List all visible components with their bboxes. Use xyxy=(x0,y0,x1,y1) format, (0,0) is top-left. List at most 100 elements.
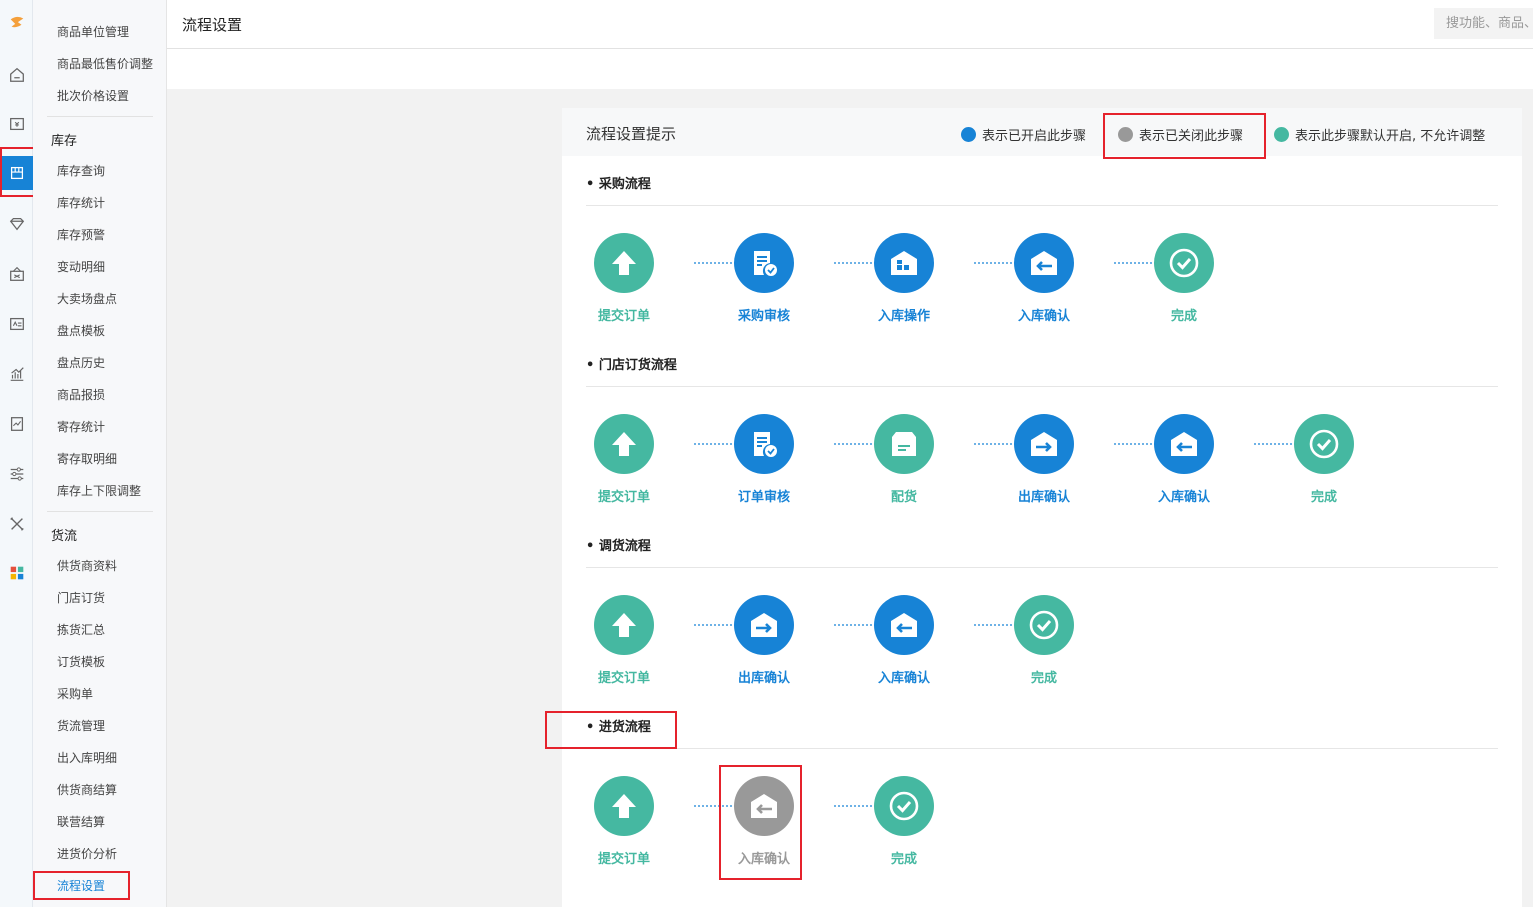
check-icon xyxy=(1294,414,1354,474)
menu-item[interactable]: 供货商结算 xyxy=(57,781,117,798)
menu-item[interactable]: 采购单 xyxy=(57,685,93,702)
upload-icon xyxy=(594,776,654,836)
menu-item[interactable]: 库存统计 xyxy=(57,194,105,211)
section-divider xyxy=(586,386,1498,387)
flow-step-label: 入库确认 xyxy=(1157,490,1210,505)
inbound-icon[interactable] xyxy=(1154,414,1214,474)
flow-step-label: 完成 xyxy=(1310,490,1337,505)
flow-step[interactable]: 出库确认 xyxy=(734,595,794,686)
menu-item[interactable]: 商品报损 xyxy=(57,386,105,403)
inbound-icon[interactable] xyxy=(734,776,794,836)
page-title: 流程设置 xyxy=(182,16,243,34)
outbound-icon[interactable] xyxy=(1014,414,1074,474)
home-icon[interactable] xyxy=(0,58,33,92)
flow-section-title: • 进货流程 xyxy=(586,720,651,735)
secondary-menu: 商品单位管理 商品最低售价调整 批次价格设置 库存 库存查询 库存统计 库存预警 变动明细 大卖… xyxy=(33,0,167,907)
flow-step[interactable]: 出库确认 xyxy=(1014,414,1074,505)
flow-step: 完成 xyxy=(1294,414,1354,505)
finance-icon[interactable] xyxy=(0,107,33,141)
flow-step-label: 订单审核 xyxy=(737,490,790,505)
check-icon xyxy=(1014,595,1074,655)
legend-closed-dot xyxy=(1118,127,1133,142)
flow-step: 完成 xyxy=(874,776,934,867)
flow-step-label: 入库确认 xyxy=(1017,309,1070,324)
menu-item[interactable]: 变动明细 xyxy=(57,258,105,275)
menu-item[interactable]: 门店订货 xyxy=(57,589,105,606)
warehouse-icon[interactable] xyxy=(874,233,934,293)
menu-item[interactable]: 库存查询 xyxy=(57,162,105,179)
flow-step-label: 入库确认 xyxy=(737,852,790,867)
flow-step[interactable]: 入库确认 xyxy=(874,595,934,686)
menu-item[interactable]: 大卖场盘点 xyxy=(57,290,117,307)
member-icon[interactable] xyxy=(0,207,33,241)
top-header: 流程设置 xyxy=(167,0,1533,49)
legend-open-dot xyxy=(961,127,976,142)
flow-step[interactable]: 入库确认 xyxy=(1154,414,1214,505)
outbound-icon[interactable] xyxy=(734,595,794,655)
flow-step-label: 提交订单 xyxy=(597,309,650,324)
menu-item[interactable]: 库存预警 xyxy=(57,226,105,243)
inbound-icon[interactable] xyxy=(874,595,934,655)
audit-icon[interactable] xyxy=(734,414,794,474)
check-icon xyxy=(1154,233,1214,293)
flow-step[interactable]: 入库操作 xyxy=(874,233,934,324)
section-divider xyxy=(586,205,1498,206)
flow-step: 提交订单 xyxy=(594,776,654,867)
flow-step-label: 出库确认 xyxy=(737,671,790,686)
box-icon xyxy=(874,414,934,474)
card-header: 流程设置提示 表示已开启此步骤 表示已关闭此步骤 表示此步骤默认开启, 不允许调… xyxy=(562,108,1522,156)
flow-step[interactable]: 采购审核 xyxy=(734,233,794,324)
section-divider xyxy=(586,567,1498,568)
flow-step-label: 入库确认 xyxy=(877,671,930,686)
audit-icon[interactable] xyxy=(734,233,794,293)
flow-step-label: 完成 xyxy=(890,852,917,867)
flow-section-title: • 采购流程 xyxy=(586,177,651,192)
menu-item[interactable]: 批次价格设置 xyxy=(57,87,129,104)
menu-item[interactable]: 商品最低售价调整 xyxy=(57,55,153,72)
legend-closed-label: 表示已关闭此步骤 xyxy=(1139,129,1244,144)
menu-item[interactable]: 进货价分析 xyxy=(57,845,117,862)
menu-item[interactable]: 盘点历史 xyxy=(57,354,105,371)
menu-item[interactable]: 寄存统计 xyxy=(57,418,105,435)
flow-step-label: 完成 xyxy=(1170,309,1197,324)
chart-icon[interactable] xyxy=(0,357,33,391)
legend-open: 表示已开启此步骤 xyxy=(961,125,1086,144)
menu-item[interactable]: 拣货汇总 xyxy=(57,621,105,638)
section-divider xyxy=(586,748,1498,749)
flow-step-label: 采购审核 xyxy=(737,309,790,324)
logo-icon[interactable] xyxy=(0,6,33,40)
menu-item[interactable]: 盘点模板 xyxy=(57,322,105,339)
legend-open-label: 表示已开启此步骤 xyxy=(982,129,1087,144)
menu-item[interactable]: 库存上下限调整 xyxy=(57,482,141,499)
flow-step[interactable]: 订单审核 xyxy=(734,414,794,505)
upload-icon xyxy=(594,595,654,655)
apps-icon[interactable] xyxy=(0,556,33,590)
legend-fixed-label: 表示此步骤默认开启, 不允许调整 xyxy=(1295,129,1486,144)
card-icon[interactable] xyxy=(0,307,33,341)
check-icon xyxy=(874,776,934,836)
menu-item[interactable]: 货流管理 xyxy=(57,717,105,734)
flow-step: 完成 xyxy=(1154,233,1214,324)
flow-step-label: 入库操作 xyxy=(877,309,930,324)
menu-item[interactable]: 订货模板 xyxy=(57,653,105,670)
legend-fixed: 表示此步骤默认开启, 不允许调整 xyxy=(1274,125,1485,144)
menu-item[interactable]: 供货商资料 xyxy=(57,557,117,574)
promotion-icon[interactable] xyxy=(0,257,33,291)
menu-item[interactable]: 寄存取明细 xyxy=(57,450,117,467)
flow-step: 提交订单 xyxy=(594,595,654,686)
report-icon[interactable] xyxy=(0,407,33,441)
flow-step[interactable]: 入库确认 xyxy=(1014,233,1074,324)
menu-item[interactable]: 出入库明细 xyxy=(57,749,117,766)
search-input[interactable] xyxy=(1434,8,1533,39)
flow-step-label: 提交订单 xyxy=(597,671,650,686)
menu-item-flow-settings[interactable]: 流程设置 xyxy=(57,877,105,894)
tools-icon[interactable] xyxy=(0,507,33,541)
header-subbar xyxy=(167,49,1533,89)
menu-item[interactable]: 联营结算 xyxy=(57,813,105,830)
flow-step[interactable]: 入库确认 xyxy=(734,776,794,867)
menu-item[interactable]: 商品单位管理 xyxy=(57,23,129,40)
upload-icon xyxy=(594,414,654,474)
settings-sliders-icon[interactable] xyxy=(0,457,33,491)
inbound-icon[interactable] xyxy=(1014,233,1074,293)
inventory-icon[interactable] xyxy=(0,156,33,190)
